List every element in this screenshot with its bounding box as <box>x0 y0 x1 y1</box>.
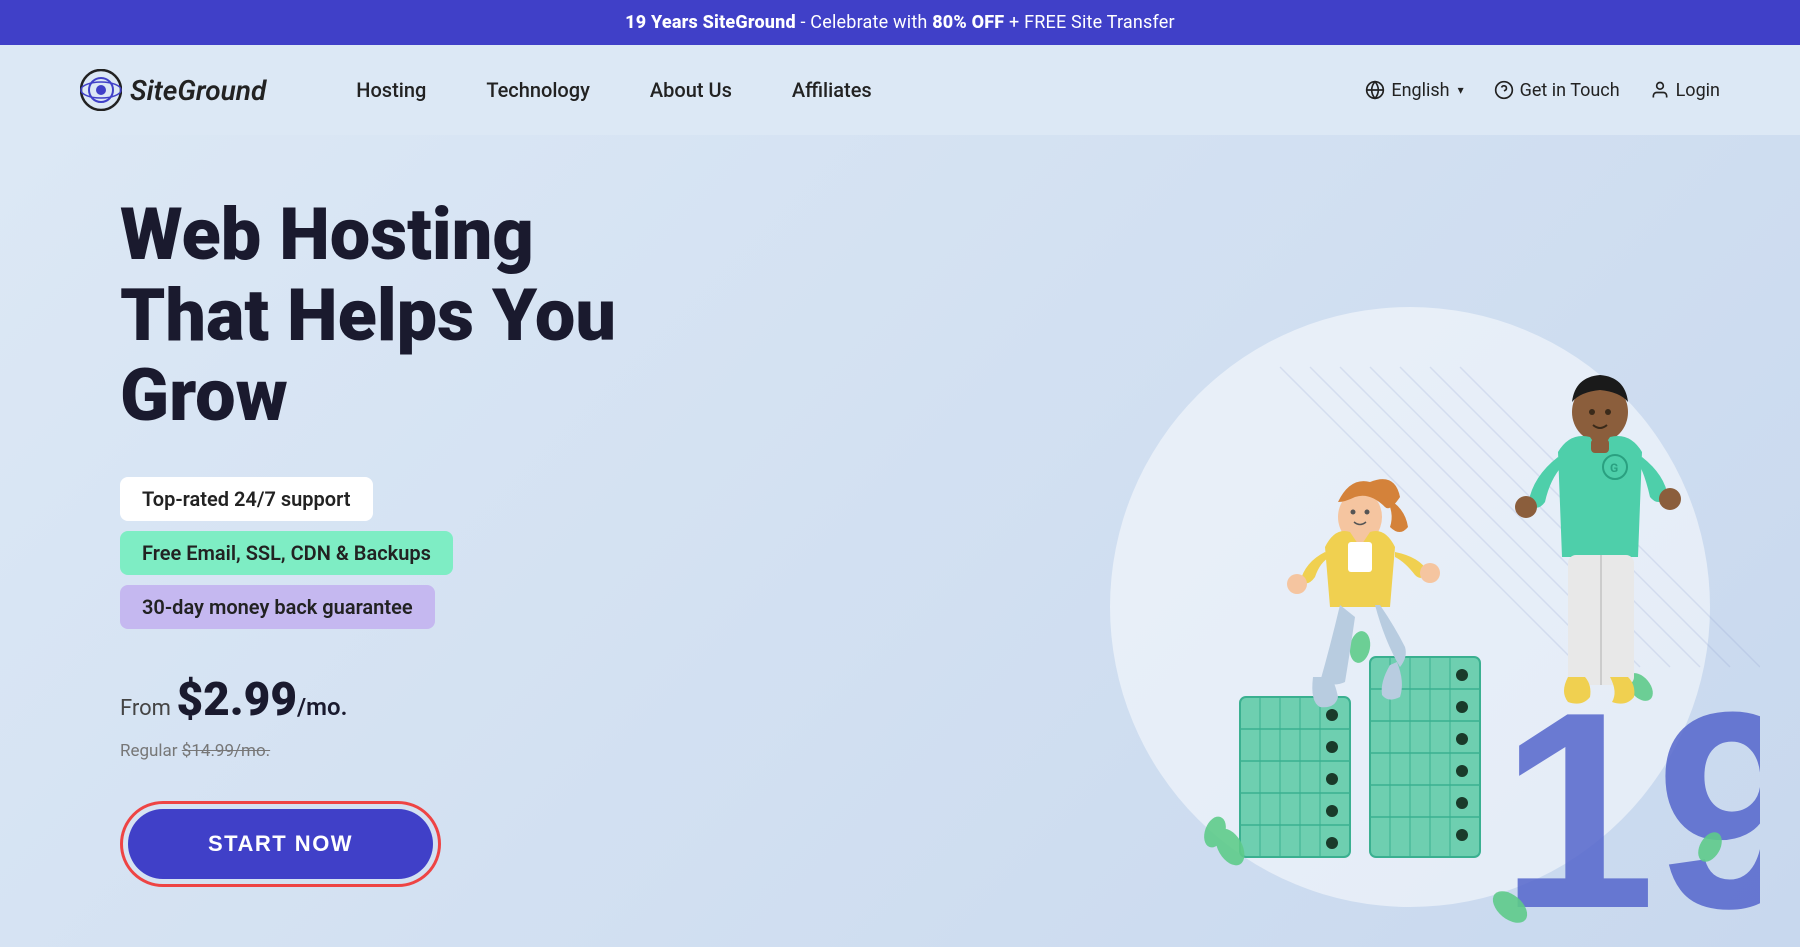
banner-discount: 80% OFF <box>932 12 1004 33</box>
regular-price: Regular $14.99/mo. <box>120 741 800 761</box>
regular-price-value: $14.99/mo. <box>182 741 270 761</box>
hero-illustration: 19 <box>860 135 1760 947</box>
logo-link[interactable]: SiteGround <box>80 69 266 111</box>
server-stack-left <box>1240 697 1350 857</box>
regular-label: Regular <box>120 741 178 761</box>
language-selector[interactable]: English ▾ <box>1365 80 1463 101</box>
login-link[interactable]: Login <box>1650 80 1720 101</box>
get-in-touch-link[interactable]: Get in Touch <box>1494 80 1620 101</box>
price-from-label: From <box>120 696 171 721</box>
start-btn-wrapper: START NOW <box>120 801 441 887</box>
nav-links: Hosting Technology About Us Affiliates <box>326 78 1365 102</box>
promo-banner: 19 Years SiteGround - Celebrate with 80%… <box>0 0 1800 45</box>
language-label: English <box>1391 80 1449 101</box>
translate-icon <box>1365 80 1385 100</box>
main-navbar: SiteGround Hosting Technology About Us A… <box>0 45 1800 135</box>
hero-title-line2: That Helps You Grow <box>120 273 616 439</box>
user-icon <box>1650 80 1670 100</box>
banner-bold-text: 19 Years SiteGround <box>625 12 796 33</box>
hero-badges: Top-rated 24/7 support Free Email, SSL, … <box>120 477 800 629</box>
badge-features: Free Email, SSL, CDN & Backups <box>120 531 453 575</box>
nav-item-technology[interactable]: Technology <box>456 78 620 102</box>
banner-suffix: + FREE Site Transfer <box>1009 12 1175 33</box>
svg-text:G: G <box>1610 461 1618 475</box>
banner-separator: - Celebrate with <box>800 12 932 33</box>
chevron-down-icon: ▾ <box>1458 83 1464 97</box>
logo-icon <box>80 69 122 111</box>
badge-guarantee: 30-day money back guarantee <box>120 585 435 629</box>
price-period: /mo. <box>297 693 347 721</box>
login-label: Login <box>1676 80 1720 101</box>
price-value: $2.99 <box>176 673 297 727</box>
hero-section: Web Hosting That Helps You Grow Top-rate… <box>0 135 1800 947</box>
logo-text: SiteGround <box>130 74 266 107</box>
help-icon <box>1494 80 1514 100</box>
start-now-button[interactable]: START NOW <box>128 809 433 879</box>
hero-title-line1: Web Hosting <box>120 192 534 277</box>
get-in-touch-label: Get in Touch <box>1520 80 1620 101</box>
hero-price: From $2.99/mo. <box>120 673 800 727</box>
hero-title: Web Hosting That Helps You Grow <box>120 195 800 437</box>
hero-svg-illustration: 19 <box>860 287 1760 947</box>
nav-item-hosting[interactable]: Hosting <box>326 78 456 102</box>
nav-item-about-us[interactable]: About Us <box>620 78 762 102</box>
nav-right: English ▾ Get in Touch Login <box>1365 80 1720 101</box>
nav-item-affiliates[interactable]: Affiliates <box>762 78 902 102</box>
hero-content: Web Hosting That Helps You Grow Top-rate… <box>120 195 800 887</box>
badge-support: Top-rated 24/7 support <box>120 477 373 521</box>
